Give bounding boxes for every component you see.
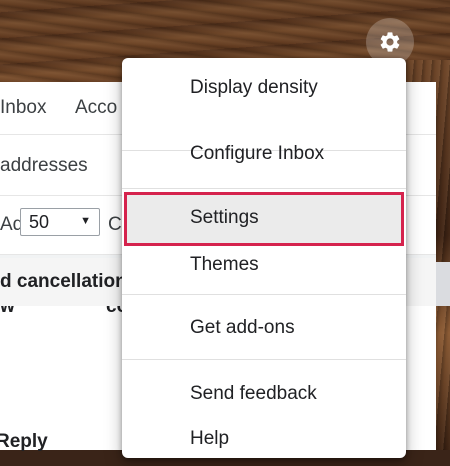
gear-icon — [380, 32, 400, 52]
menu-item-label: Themes — [190, 254, 259, 275]
menu-divider — [122, 359, 406, 360]
menu-item-label: Settings — [190, 207, 259, 228]
settings-dropdown-menu: Display density Configure Inbox Settings… — [122, 58, 406, 458]
tab-accounts[interactable]: Acco — [75, 97, 117, 119]
menu-divider — [122, 188, 406, 189]
menu-item-label: Send feedback — [190, 383, 317, 404]
triangle-down-icon: ▼ — [80, 215, 91, 227]
menu-item-help[interactable]: Help — [122, 415, 406, 463]
menu-item-label: Help — [190, 428, 230, 449]
page-size-value: 50 — [29, 212, 50, 232]
menu-item-themes[interactable]: Themes — [122, 241, 406, 289]
page-edge — [436, 262, 450, 306]
tab-inbox[interactable]: Inbox — [0, 97, 46, 119]
menu-item-send-feedback[interactable]: Send feedback — [122, 370, 406, 418]
menu-item-label: Display density — [190, 77, 318, 98]
cancellation-label: d cancellation — [0, 271, 127, 292]
menu-item-settings[interactable]: Settings — [122, 194, 406, 242]
menu-item-configure-inbox[interactable]: Configure Inbox — [122, 130, 406, 178]
menu-item-label: Get add-ons — [190, 317, 295, 338]
tab-partial[interactable]: C — [108, 214, 122, 236]
menu-divider — [122, 294, 406, 295]
page-size-select[interactable]: 50 ▼ — [20, 208, 100, 236]
menu-item-get-add-ons[interactable]: Get add-ons — [122, 304, 406, 352]
menu-item-display-density[interactable]: Display density — [122, 64, 406, 112]
tab-addresses[interactable]: addresses — [0, 155, 88, 177]
menu-item-label: Configure Inbox — [190, 143, 325, 164]
